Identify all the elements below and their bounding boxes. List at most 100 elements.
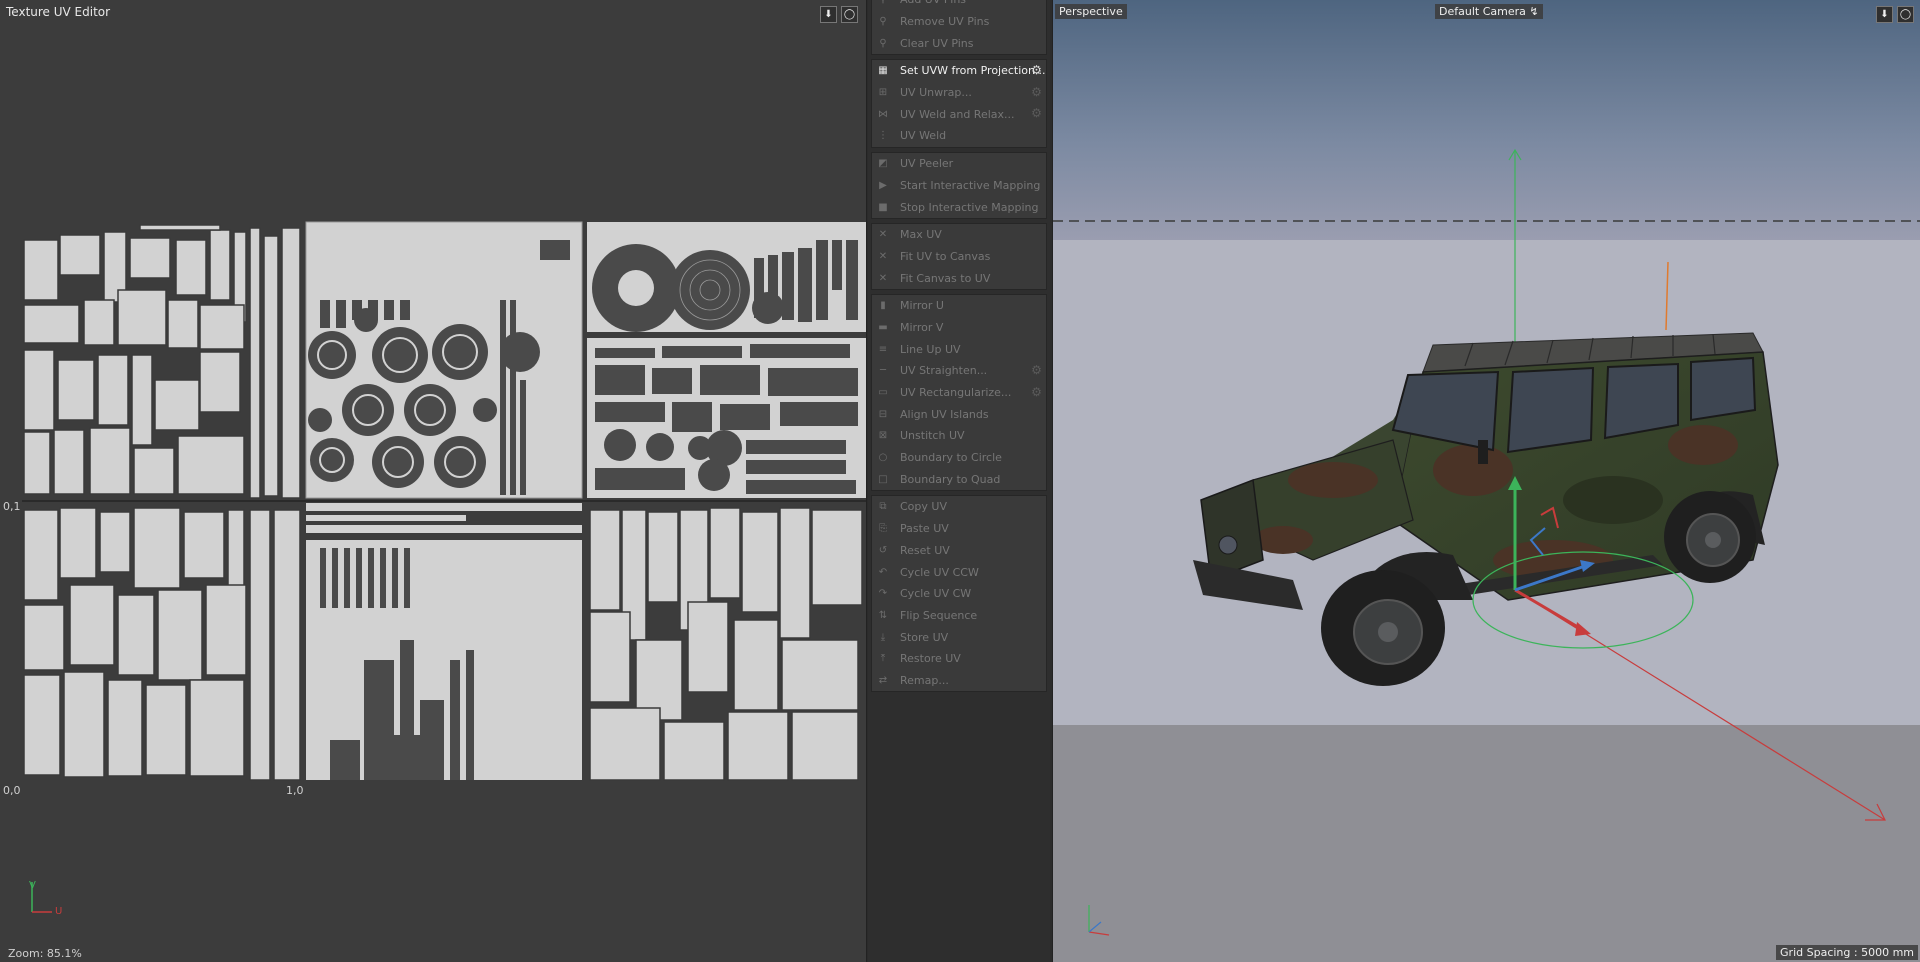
uv-islands-bottom-middle [306, 503, 582, 780]
unwrap-icon: ⊞ [878, 87, 888, 99]
menu-item-label: Add UV Pins [900, 0, 966, 6]
gear-icon[interactable]: ⚙ [1030, 385, 1043, 399]
menu-item[interactable]: ▦ Set UVW from Projection... ⚙ [872, 60, 1046, 82]
pin-icon: ⚲ [876, 0, 890, 7]
menu-item[interactable]: ■ Stop Interactive Mapping [872, 196, 1046, 218]
uv-axis-v-label: V [29, 880, 36, 891]
gear-icon[interactable]: ⚙ [1030, 64, 1043, 77]
uv-islands-top-right [587, 222, 866, 498]
menu-item[interactable]: ✕ Fit UV to Canvas [872, 246, 1046, 268]
camera-selector[interactable]: Default Camera ↯ [1435, 4, 1543, 19]
menu-item[interactable]: ▭ UV Rectangularize... ⚙ [872, 382, 1046, 404]
menu-item[interactable]: ⧉ Copy UV [872, 496, 1046, 518]
menu-item[interactable]: ⇄ Remap... [872, 670, 1046, 692]
menu-item-label: Mirror U [900, 299, 944, 313]
cw-icon: ↷ [878, 588, 888, 600]
menu-item[interactable]: ⋈ UV Weld and Relax... ⚙ [872, 103, 1046, 125]
menu-item-label: Mirror V [900, 320, 944, 334]
menu-item[interactable]: ⊟ Align UV Islands [872, 403, 1046, 425]
menu-group: ⧉ Copy UV ⎘ Paste UV ↺ Reset UV ↶ Cycle UV CCW ↷… [871, 495, 1047, 693]
refresh-icon[interactable]: ◯ [1897, 6, 1914, 23]
max-uv-icon: ✕ [878, 229, 888, 241]
paste-icon: ⎘ [879, 523, 887, 535]
menu-item[interactable]: ⤒ Restore UV [872, 648, 1046, 670]
menu-item[interactable]: ▬ Mirror V [872, 317, 1046, 339]
menu-item[interactable]: ⚲ Remove UV Pins [872, 11, 1046, 33]
quad-icon: □ [878, 473, 888, 485]
menu-item[interactable]: ○ Boundary to Circle [872, 447, 1046, 469]
pin-icon[interactable]: ⬇ [1876, 6, 1893, 23]
menu-item-label: Fit UV to Canvas [900, 249, 991, 263]
menu-item[interactable]: ✕ Fit Canvas to UV [872, 267, 1046, 289]
menu-item-label: UV Weld [900, 129, 947, 143]
menu-item[interactable]: ⇅ Flip Sequence [872, 605, 1046, 627]
uv-islands-top-left [22, 222, 302, 499]
fit-canvas-icon: ✕ [878, 272, 888, 284]
circle-icon: ○ [878, 452, 888, 464]
menu-item-label: Store UV [900, 630, 949, 644]
menu-group: ⚲ Add UV Pins ⚲ Remove UV Pins ⚲ Clear UV Pin… [871, 0, 1047, 56]
interactive-stop-icon: ■ [878, 201, 888, 213]
menu-group: ▦ Set UVW from Projection... ⚙ ⊞ UV Unwrap..… [871, 59, 1047, 148]
uv-editor-panel[interactable]: Texture UV Editor ⬇ ◯ 0,1 0,0 1,0 V U Zo… [0, 0, 867, 962]
uv-islands-bottom-left [22, 505, 302, 781]
menu-item[interactable]: ⎘ Paste UV [872, 518, 1046, 540]
view-name-label[interactable]: Perspective [1055, 4, 1127, 19]
menu-item[interactable]: ⊞ UV Unwrap... ⚙ [872, 82, 1046, 104]
rectangularize-icon: ▭ [878, 387, 888, 399]
menu-item-label: Boundary to Circle [900, 451, 1002, 465]
gear-icon[interactable]: ⚙ [1030, 364, 1043, 377]
uv-islands-top-middle [305, 221, 583, 499]
reset-icon: ↺ [878, 544, 888, 556]
menu-item-label: Cycle UV CW [900, 587, 972, 601]
menu-item-label: Restore UV [900, 652, 961, 666]
menu-item-label: Reset UV [900, 543, 950, 557]
flip-icon: ⇅ [878, 609, 888, 621]
menu-group: ▮ Mirror U ▬ Mirror V ≡ Line Up UV ─ UV Straigh… [871, 293, 1047, 492]
uv-coord-0-1: 0,1 [3, 500, 21, 513]
perspective-viewport[interactable]: Perspective Default Camera ↯ ⬇ ◯ Grid Sp… [1052, 0, 1920, 962]
mirror-v-icon: ▬ [878, 321, 888, 333]
menu-item[interactable]: ⊠ Unstitch UV [872, 425, 1046, 447]
menu-item[interactable]: ↺ Reset UV [872, 540, 1046, 562]
uv-editor-title: Texture UV Editor [6, 5, 111, 19]
menu-item-label: Remove UV Pins [900, 15, 990, 29]
menu-item[interactable]: ⋮ UV Weld [872, 125, 1046, 147]
straighten-icon: ─ [879, 365, 887, 377]
uv-canvas[interactable] [0, 0, 867, 962]
menu-item-label: Flip Sequence [900, 608, 978, 622]
menu-item-label: Remap... [900, 673, 949, 687]
menu-item-label: UV Straighten... [900, 364, 988, 378]
menu-item[interactable]: □ Boundary to Quad [872, 468, 1046, 490]
menu-item-label: UV Peeler [900, 157, 954, 171]
uv-editor-header-icons: ⬇ ◯ [820, 6, 858, 23]
menu-item-label: UV Weld and Relax... [900, 107, 1015, 121]
menu-item[interactable]: ≡ Line Up UV [872, 338, 1046, 360]
refresh-icon[interactable]: ◯ [841, 6, 858, 23]
uv-commands-menu: ⚲ Add UV Pins ⚲ Remove UV Pins ⚲ Clear UV Pin… [868, 0, 1050, 962]
menu-item[interactable]: ↶ Cycle UV CCW [872, 561, 1046, 583]
menu-item[interactable]: ◩ UV Peeler [872, 153, 1046, 175]
gear-icon[interactable]: ⚙ [1030, 107, 1043, 120]
uv-axis-u-label: U [55, 906, 63, 917]
sky-background [1053, 0, 1920, 240]
menu-item[interactable]: ↷ Cycle UV CW [872, 583, 1046, 605]
menu-item[interactable]: ⤓ Store UV [872, 626, 1046, 648]
menu-item[interactable]: ⚲ Clear UV Pins [872, 32, 1046, 54]
menu-item-label: Max UV [900, 228, 942, 242]
camera-options-icon: ↯ [1529, 5, 1539, 18]
viewport-scene[interactable] [1053, 0, 1920, 962]
uv-coord-1-0: 1,0 [286, 784, 304, 797]
gear-icon[interactable]: ⚙ [1030, 85, 1043, 99]
menu-item-label: Clear UV Pins [900, 36, 974, 50]
menu-item[interactable]: ⚲ Add UV Pins [872, 0, 1046, 11]
menu-item[interactable]: ✕ Max UV [872, 224, 1046, 246]
menu-item-label: Boundary to Quad [900, 472, 1001, 486]
menu-item[interactable]: ─ UV Straighten... ⚙ [872, 360, 1046, 382]
zoom-level: Zoom: 85.1% [8, 947, 82, 960]
mirror-u-icon: ▮ [880, 300, 886, 312]
interactive-start-icon: ▶ [879, 179, 887, 191]
menu-item[interactable]: ▮ Mirror U [872, 295, 1046, 317]
pin-icon[interactable]: ⬇ [820, 6, 837, 23]
menu-item[interactable]: ▶ Start Interactive Mapping [872, 175, 1046, 197]
